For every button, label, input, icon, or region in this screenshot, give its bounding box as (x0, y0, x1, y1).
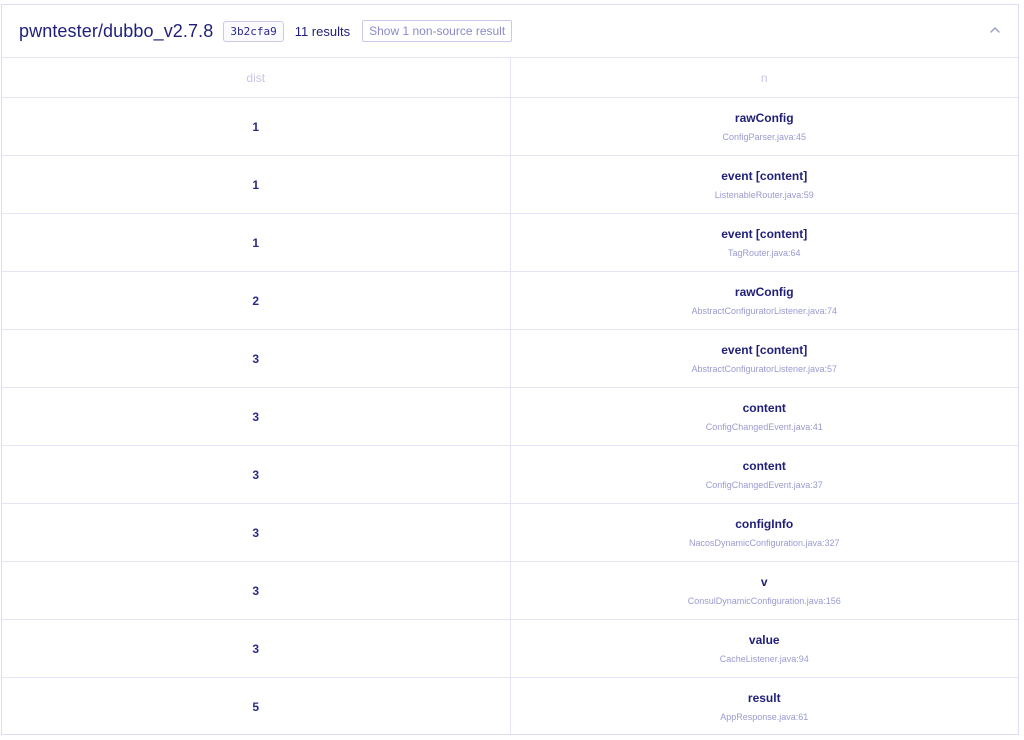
node-name-link[interactable]: event [content] (511, 169, 1019, 183)
show-nonsource-button[interactable]: Show 1 non-source result (362, 20, 513, 42)
source-location-link[interactable]: ConfigChangedEvent.java:41 (511, 422, 1019, 432)
dist-cell: 1 (2, 213, 511, 272)
results-header: pwntester/dubbo_v2.7.8 3b2cfa9 11 result… (2, 5, 1018, 58)
dist-cell: 3 (2, 387, 511, 446)
n-cell: rawConfig ConfigParser.java:45 (510, 97, 1019, 156)
source-location-link[interactable]: AbstractConfiguratorListener.java:74 (511, 306, 1019, 316)
column-header-n[interactable]: n (510, 58, 1018, 98)
n-cell: value CacheListener.java:94 (510, 619, 1019, 678)
table-row: 3 event [content] AbstractConfiguratorList… (2, 329, 1019, 388)
source-location-link[interactable]: TagRouter.java:64 (511, 248, 1019, 258)
node-name-link[interactable]: content (511, 401, 1019, 415)
table-header-row: dist n (2, 58, 1018, 98)
source-location-link[interactable]: AbstractConfiguratorListener.java:57 (511, 364, 1019, 374)
dist-cell: 1 (2, 97, 511, 156)
n-cell: rawConfig AbstractConfiguratorListener.ja… (510, 271, 1019, 330)
table-row: 3 configInfo NacosDynamicConfiguration.jav… (2, 503, 1019, 562)
node-name-link[interactable]: v (511, 575, 1019, 589)
node-name-link[interactable]: content (511, 459, 1019, 473)
table-row: 5 result AppResponse.java:61 (2, 677, 1018, 736)
dist-cell: 1 (2, 155, 511, 214)
dist-cell: 3 (2, 445, 511, 504)
n-cell: content ConfigChangedEvent.java:41 (510, 387, 1019, 446)
n-cell: result AppResponse.java:61 (510, 678, 1018, 736)
node-name-link[interactable]: rawConfig (511, 285, 1019, 299)
results-table: dist n 1 rawConfig ConfigParser.java:45 1 ev… (2, 58, 1018, 735)
results-panel: pwntester/dubbo_v2.7.8 3b2cfa9 11 result… (1, 4, 1019, 735)
table-row: 3 value CacheListener.java:94 (2, 619, 1019, 678)
repo-title: pwntester/dubbo_v2.7.8 (19, 20, 214, 41)
n-cell: content ConfigChangedEvent.java:37 (510, 445, 1019, 504)
results-table-body: 1 rawConfig ConfigParser.java:45 1 event [co… (2, 97, 1019, 736)
dist-cell: 5 (2, 677, 511, 735)
table-row: 3 v ConsulDynamicConfiguration.java:156 (2, 561, 1019, 620)
dist-cell: 3 (2, 619, 511, 678)
table-row: 3 content ConfigChangedEvent.java:41 (2, 387, 1019, 446)
table-row: 3 content ConfigChangedEvent.java:37 (2, 445, 1019, 504)
source-location-link[interactable]: ListenableRouter.java:59 (511, 190, 1019, 200)
n-cell: event [content] TagRouter.java:64 (510, 213, 1019, 272)
source-location-link[interactable]: NacosDynamicConfiguration.java:327 (511, 538, 1019, 548)
node-name-link[interactable]: result (511, 691, 1019, 705)
dist-cell: 2 (2, 271, 511, 330)
results-count: 11 results (294, 23, 351, 39)
n-cell: configInfo NacosDynamicConfiguration.java… (510, 503, 1019, 562)
n-cell: event [content] ListenableRouter.java:59 (510, 155, 1019, 214)
node-name-link[interactable]: event [content] (511, 227, 1019, 241)
table-row: 2 rawConfig AbstractConfiguratorListener.j… (2, 271, 1019, 330)
source-location-link[interactable]: AppResponse.java:61 (511, 712, 1019, 722)
table-row: 1 event [content] TagRouter.java:64 (2, 213, 1019, 272)
n-cell: event [content] AbstractConfiguratorListe… (510, 329, 1019, 388)
source-location-link[interactable]: CacheListener.java:94 (511, 654, 1019, 664)
source-location-link[interactable]: ConsulDynamicConfiguration.java:156 (511, 596, 1019, 606)
node-name-link[interactable]: value (511, 633, 1019, 647)
table-row: 1 event [content] ListenableRouter.java:59 (2, 155, 1019, 214)
column-header-dist[interactable]: dist (2, 58, 511, 98)
n-cell: v ConsulDynamicConfiguration.java:156 (510, 561, 1019, 620)
table-row: 1 rawConfig ConfigParser.java:45 (2, 97, 1019, 156)
sha-badge: 3b2cfa9 (223, 20, 284, 42)
dist-cell: 3 (2, 329, 511, 388)
dist-cell: 3 (2, 561, 511, 620)
dist-cell: 3 (2, 503, 511, 562)
node-name-link[interactable]: rawConfig (511, 111, 1019, 125)
node-name-link[interactable]: configInfo (511, 517, 1019, 531)
chevron-up-icon[interactable] (988, 23, 1002, 37)
node-name-link[interactable]: event [content] (511, 343, 1019, 357)
source-location-link[interactable]: ConfigChangedEvent.java:37 (511, 480, 1019, 490)
source-location-link[interactable]: ConfigParser.java:45 (511, 132, 1019, 142)
